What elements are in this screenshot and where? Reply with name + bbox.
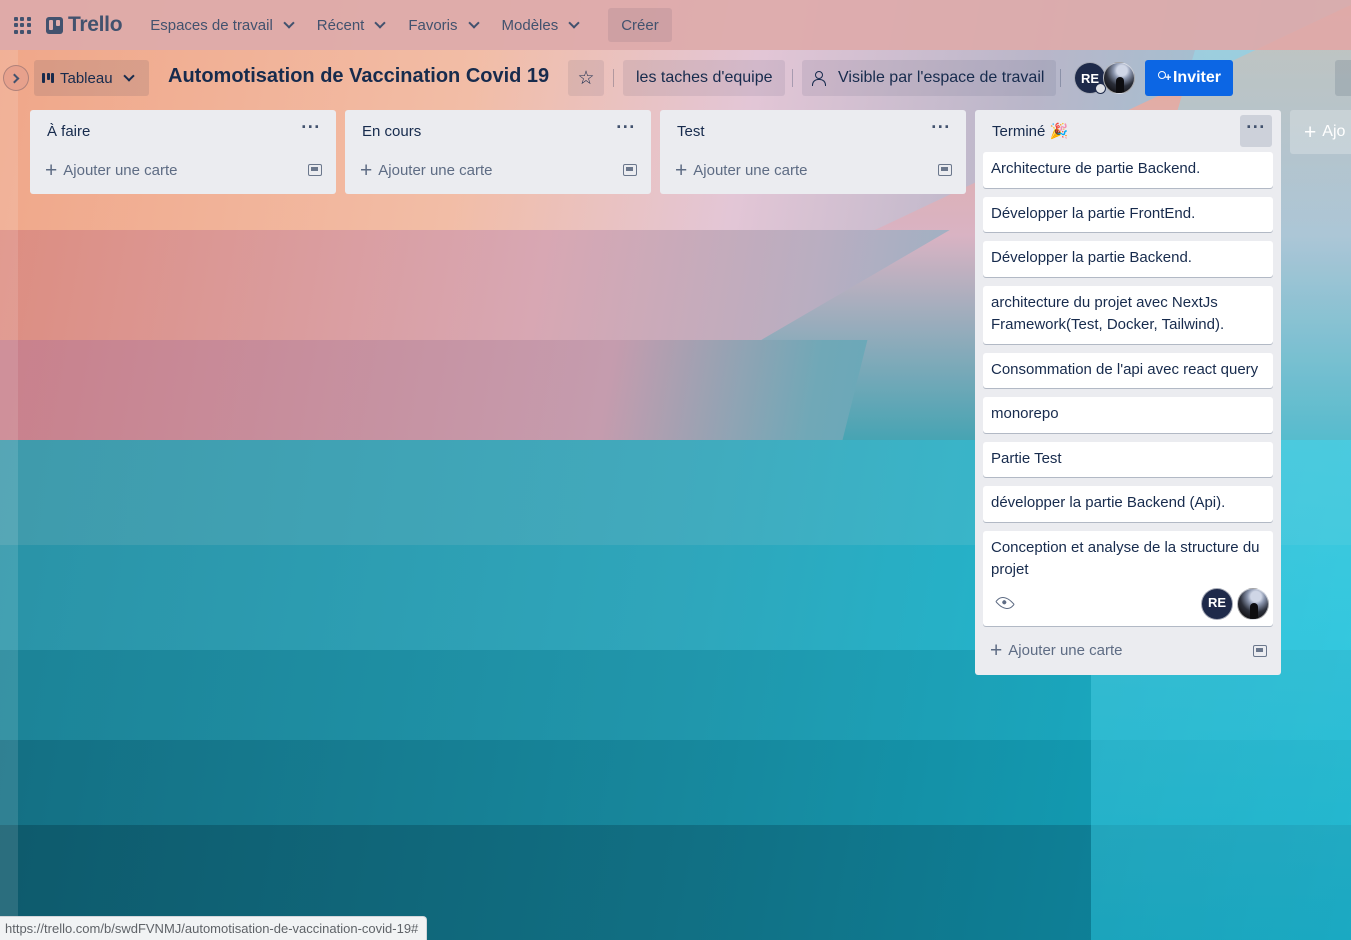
- menu-recent[interactable]: Récent: [307, 9, 399, 41]
- add-card-button[interactable]: + Ajouter une carte: [990, 640, 1123, 661]
- visibility-label: Visible par l'espace de travail: [838, 69, 1045, 86]
- add-card-row: + Ajouter une carte: [983, 633, 1273, 669]
- menu-starred[interactable]: Favoris: [398, 9, 491, 41]
- list-title[interactable]: En cours: [362, 123, 421, 140]
- people-icon: [812, 70, 828, 86]
- add-card-label: Ajouter une carte: [378, 161, 493, 179]
- create-button[interactable]: Créer: [608, 8, 672, 42]
- card[interactable]: Conception et analyse de la structure du…: [983, 530, 1273, 626]
- trello-logo[interactable]: Trello: [42, 11, 126, 39]
- watching-eye-icon: [995, 593, 1015, 613]
- more-icon[interactable]: ···: [295, 115, 327, 147]
- create-from-template-icon[interactable]: [938, 164, 952, 176]
- chevron-right-icon: [9, 73, 20, 83]
- star-board-button[interactable]: ☆: [568, 60, 604, 96]
- list-done: Terminé 🎉 ··· Architecture de partie Bac…: [975, 110, 1281, 675]
- board-members: RE: [1074, 62, 1135, 94]
- avatar[interactable]: RE: [1201, 587, 1233, 620]
- menu-workspaces-label: Espaces de travail: [150, 16, 273, 34]
- card[interactable]: Consommation de l'api avec react query: [983, 352, 1273, 388]
- board-header: Tableau Automotisation de Vaccination Co…: [0, 55, 1351, 101]
- card[interactable]: développer la partie Backend (Api).: [983, 486, 1273, 522]
- card[interactable]: monorepo: [983, 397, 1273, 433]
- card-title: Conception et analyse de la structure du…: [991, 538, 1260, 579]
- list-header: À faire ···: [38, 110, 328, 152]
- board-view-icon: [42, 73, 54, 83]
- list-title[interactable]: À faire: [47, 123, 90, 140]
- plus-icon: +: [45, 158, 58, 182]
- add-card-row: + Ajouter une carte: [668, 152, 958, 188]
- card[interactable]: Développer la partie Backend.: [983, 241, 1273, 277]
- visibility-button[interactable]: Visible par l'espace de travail: [802, 60, 1057, 96]
- add-card-label: Ajouter une carte: [1008, 642, 1123, 659]
- card[interactable]: Partie Test: [983, 441, 1273, 477]
- chevron-down-icon: [467, 17, 480, 29]
- add-card-label: Ajouter une carte: [63, 161, 178, 179]
- header-divider: [792, 69, 793, 87]
- avatar[interactable]: [1103, 62, 1135, 94]
- menu-workspaces[interactable]: Espaces de travail: [140, 9, 307, 41]
- trello-logo-icon: [46, 16, 63, 34]
- add-list-label: Ajo: [1322, 123, 1346, 140]
- add-card-button[interactable]: + Ajouter une carte: [675, 160, 808, 181]
- menu-starred-label: Favoris: [408, 16, 458, 34]
- list-header: En cours ···: [353, 110, 643, 152]
- board-canvas: À faire ··· + Ajouter une carte En cours…: [0, 110, 1351, 940]
- more-icon[interactable]: ···: [610, 115, 642, 147]
- logo-text: Trello: [68, 13, 123, 36]
- card-badges: RE: [991, 587, 1269, 620]
- more-icon[interactable]: ···: [1240, 115, 1272, 147]
- add-card-row: + Ajouter une carte: [353, 152, 643, 188]
- create-from-template-icon[interactable]: [623, 164, 637, 176]
- create-from-template-icon[interactable]: [308, 164, 322, 176]
- menu-templates[interactable]: Modèles: [492, 9, 593, 41]
- list-todo: À faire ··· + Ajouter une carte: [30, 110, 336, 194]
- add-card-label: Ajouter une carte: [693, 161, 808, 179]
- add-list-button[interactable]: + Ajo: [1290, 110, 1351, 154]
- chevron-down-icon: [374, 17, 386, 29]
- board-menu-button[interactable]: [1335, 60, 1351, 96]
- star-icon: ☆: [577, 67, 595, 89]
- list-test: Test ··· + Ajouter une carte: [660, 110, 966, 194]
- list-header: Terminé 🎉 ···: [983, 110, 1273, 152]
- chevron-down-icon: [122, 70, 135, 82]
- top-nav: Trello Espaces de travail Récent Favoris…: [0, 0, 1351, 50]
- card[interactable]: Architecture de partie Backend.: [983, 152, 1273, 188]
- app-switcher-icon[interactable]: [8, 11, 36, 39]
- card[interactable]: Développer la partie FrontEnd.: [983, 196, 1273, 232]
- add-card-row: + Ajouter une carte: [38, 152, 328, 188]
- status-url: https://trello.com/b/swdFVNMJ/automotisa…: [0, 916, 428, 940]
- list-title[interactable]: Test: [677, 123, 705, 140]
- board-view-label: Tableau: [60, 69, 113, 87]
- add-card-button[interactable]: + Ajouter une carte: [45, 160, 178, 181]
- header-divider: [1060, 69, 1061, 87]
- plus-icon: +: [360, 158, 373, 182]
- board-view-switcher[interactable]: Tableau: [34, 60, 149, 96]
- plus-icon: +: [675, 158, 688, 182]
- list-header: Test ···: [668, 110, 958, 152]
- list-in-progress: En cours ··· + Ajouter une carte: [345, 110, 651, 194]
- create-from-template-icon[interactable]: [1253, 644, 1267, 657]
- list-title[interactable]: Terminé 🎉: [992, 122, 1068, 140]
- board-title[interactable]: Automotisation de Vaccination Covid 19: [168, 65, 549, 88]
- menu-recent-label: Récent: [316, 16, 365, 34]
- sidebar-toggle-button[interactable]: [3, 65, 29, 91]
- menu-templates-label: Modèles: [501, 16, 559, 34]
- avatar[interactable]: RE: [1074, 62, 1106, 94]
- invite-button[interactable]: Inviter: [1145, 60, 1233, 96]
- add-card-button[interactable]: + Ajouter une carte: [360, 160, 493, 181]
- plus-icon: +: [1304, 120, 1317, 144]
- invite-label: Inviter: [1172, 69, 1221, 86]
- header-divider: [613, 69, 614, 87]
- avatar-initials: RE: [1207, 595, 1227, 611]
- card[interactable]: architecture du projet avec NextJs Frame…: [983, 285, 1273, 344]
- chevron-down-icon: [283, 17, 295, 29]
- plus-icon: +: [990, 639, 1003, 662]
- more-icon[interactable]: ···: [925, 115, 957, 147]
- avatar[interactable]: [1237, 587, 1269, 620]
- card-members: RE: [1201, 587, 1269, 620]
- workspace-button[interactable]: les taches d'equipe: [623, 60, 786, 96]
- add-user-icon: [1157, 70, 1171, 86]
- chevron-down-icon: [568, 17, 580, 29]
